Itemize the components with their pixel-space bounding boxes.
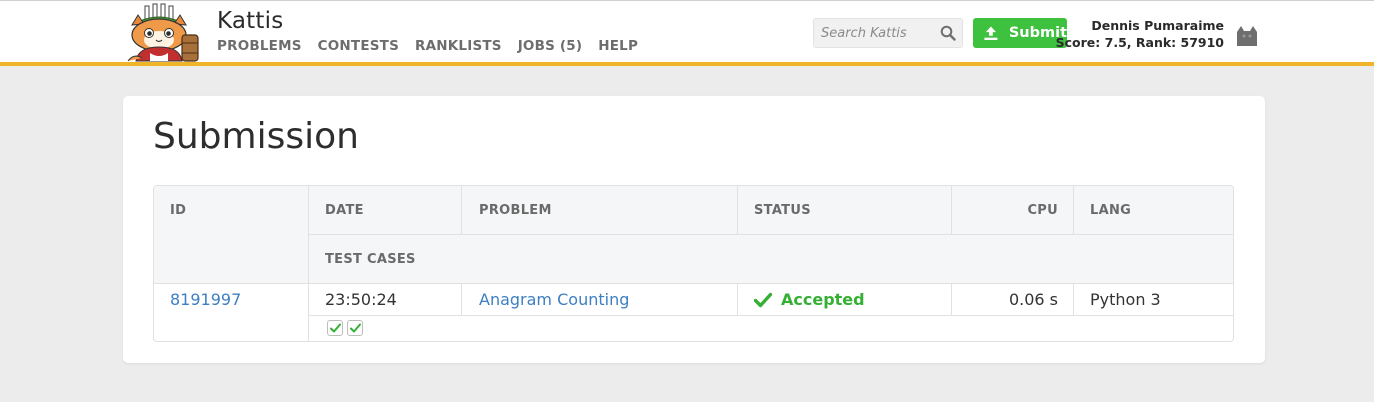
submission-card: Submission ID DATE PROBLEM STATUS CPU LA…	[123, 96, 1265, 363]
search-input[interactable]	[814, 19, 938, 47]
submit-button[interactable]: Submit	[973, 18, 1067, 48]
col-divider	[1073, 284, 1074, 316]
check-icon	[329, 323, 341, 333]
row-divider	[308, 315, 1233, 316]
col-divider	[461, 186, 462, 235]
status-accepted: Accepted	[781, 290, 865, 309]
user-score: Score: 7.5, Rank: 57910	[1055, 35, 1224, 50]
search-icon[interactable]	[940, 25, 956, 41]
header-lang: LANG	[1090, 203, 1132, 218]
user-avatar-icon[interactable]	[1233, 22, 1261, 48]
header-problem: PROBLEM	[479, 203, 552, 218]
user-name[interactable]: Dennis Pumaraime	[1091, 18, 1224, 33]
cpu-time: 0.06 s	[1008, 290, 1058, 309]
main-nav: PROBLEMS CONTESTS RANKLISTS JOBS (5) HEL…	[217, 38, 654, 54]
col-divider	[461, 284, 462, 316]
upload-icon	[984, 26, 998, 40]
col-divider	[951, 284, 952, 316]
nav-problems[interactable]: PROBLEMS	[217, 38, 302, 54]
checkmark-icon	[754, 292, 772, 307]
submission-id-link[interactable]: 8191997	[170, 290, 241, 309]
check-icon	[349, 323, 361, 333]
nav-jobs[interactable]: JOBS (5)	[518, 38, 583, 54]
header-test-cases: TEST CASES	[325, 252, 416, 267]
kattis-logo-icon[interactable]	[124, 3, 206, 63]
header-id: ID	[170, 203, 187, 218]
row-divider	[308, 234, 1233, 235]
status-cell: Accepted	[754, 290, 865, 309]
submission-table: ID DATE PROBLEM STATUS CPU LANG TEST CAS…	[153, 185, 1234, 342]
table-header	[154, 186, 1233, 284]
page-title: Submission	[153, 116, 359, 157]
language: Python 3	[1090, 290, 1161, 309]
nav-ranklists[interactable]: RANKLISTS	[415, 38, 502, 54]
test-case-passed[interactable]	[327, 320, 343, 336]
problem-link[interactable]: Anagram Counting	[479, 290, 629, 309]
brand-title[interactable]: Kattis	[217, 8, 283, 34]
top-navbar: Kattis PROBLEMS CONTESTS RANKLISTS JOBS …	[0, 0, 1374, 66]
header-cpu: CPU	[1027, 203, 1058, 218]
test-case-passed[interactable]	[347, 320, 363, 336]
header-status: STATUS	[754, 203, 811, 218]
col-divider	[308, 186, 309, 341]
nav-help[interactable]: HELP	[598, 38, 638, 54]
search-box	[813, 18, 963, 48]
col-divider	[737, 284, 738, 316]
submission-date: 23:50:24	[325, 290, 397, 309]
col-divider	[1073, 186, 1074, 235]
col-divider	[737, 186, 738, 235]
col-divider	[951, 186, 952, 235]
row-divider	[154, 283, 1233, 284]
header-date: DATE	[325, 203, 364, 218]
nav-contests[interactable]: CONTESTS	[318, 38, 399, 54]
